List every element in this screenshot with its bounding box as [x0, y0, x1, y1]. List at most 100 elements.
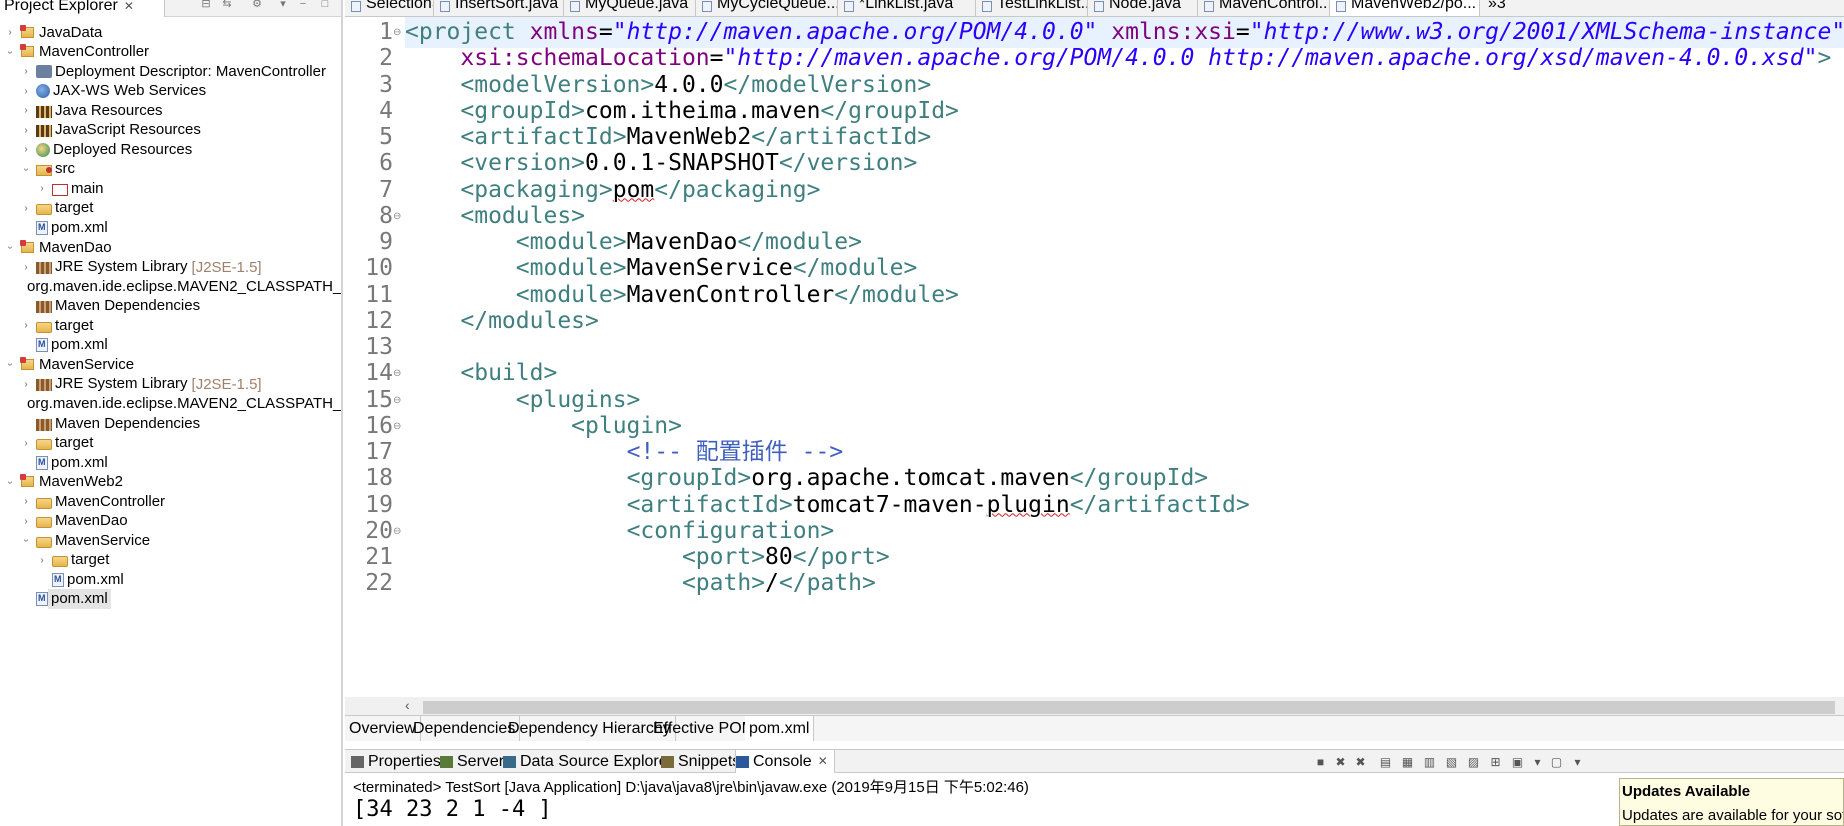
maximize-icon[interactable]: □	[318, 0, 332, 10]
chevron-down-icon[interactable]: ›	[5, 46, 16, 58]
editor-tab[interactable]: MyCycleQueue...	[696, 0, 838, 16]
fold-icon[interactable]: ⊖	[393, 411, 401, 442]
file-icon	[982, 1, 992, 12]
chevron-right-icon[interactable]: ›	[20, 496, 32, 507]
chevron-right-icon[interactable]: ›	[36, 555, 48, 566]
pom-page-tab[interactable]: pom.xml	[745, 716, 815, 741]
xml-file-icon	[36, 221, 48, 235]
panel-tab[interactable]: Console ✕	[735, 750, 835, 773]
panel-tab-label: Properties	[368, 753, 441, 770]
editor-tab[interactable]: MavenControl...	[1198, 0, 1330, 16]
console-dropdown-icon[interactable]: ▾	[1530, 755, 1545, 769]
scroll-thumb[interactable]	[423, 701, 1835, 714]
panel-tab[interactable]: Snippets	[661, 750, 740, 773]
chevron-down-icon[interactable]: ›	[5, 476, 16, 488]
chevron-right-icon[interactable]: ›	[20, 320, 32, 331]
tree-item-label: MavenService	[55, 531, 151, 549]
file-icon	[570, 1, 580, 12]
pom-xml-source-editor[interactable]: 1 ⊖ 2 3 4 5 6 7 8 ⊖ 9 10 11 12 13 14 ⊖ 15 ⊖ 16 ⊖ 17 18 19 20 ⊖ 21 2…	[345, 17, 1844, 697]
fold-icon[interactable]: ⊖	[393, 201, 401, 232]
editor-tab[interactable]: InsertSort.java	[434, 0, 564, 16]
editor-tab[interactable]: MavenWeb2/po...✕	[1330, 0, 1480, 16]
pin-console-icon[interactable]: ▧	[1444, 755, 1459, 769]
close-icon[interactable]: ✕	[124, 0, 134, 13]
remove-launch-icon[interactable]: ✖	[1333, 755, 1348, 769]
link-with-editor-icon[interactable]: ⇆	[220, 0, 234, 10]
deployment-descriptor-icon	[36, 65, 52, 79]
console-overflow-icon[interactable]: ▾	[1570, 755, 1585, 769]
chevron-right-icon[interactable]: ›	[20, 379, 32, 390]
line-number: 22	[365, 570, 393, 597]
code-token-tag: </groupId>	[1069, 465, 1209, 492]
word-wrap-icon[interactable]: ▦	[1400, 755, 1415, 769]
chevron-right-icon[interactable]: ›	[36, 183, 48, 194]
editor-tab[interactable]: MyQueue.java	[564, 0, 696, 16]
chevron-down-icon[interactable]: ›	[5, 359, 16, 371]
chevron-right-icon[interactable]: ›	[20, 438, 32, 449]
project-icon	[20, 44, 36, 61]
scroll-lock-icon[interactable]: ▤	[1378, 755, 1393, 769]
close-icon[interactable]: ✕	[818, 750, 828, 773]
servers-icon	[440, 755, 453, 768]
chevron-right-icon[interactable]: ›	[20, 203, 32, 214]
code-token-tag: <packaging>	[460, 176, 613, 203]
chevron-right-icon[interactable]: ›	[20, 125, 32, 136]
project-explorer-panel: Project Explorer ✕ ⊟ ⇆ ⚙ ▾ − □ › JavaData…	[0, 0, 343, 826]
horizontal-scrollbar[interactable]: ‹	[345, 697, 1844, 715]
updates-available-popup[interactable]: Updates Available Updates are available …	[1619, 778, 1844, 826]
open-console-icon[interactable]: ⊞	[1488, 755, 1503, 769]
fold-icon[interactable]: ⊖	[393, 516, 401, 547]
pom-page-tab[interactable]: Effective POM	[649, 716, 760, 741]
chevron-down-icon[interactable]: ›	[5, 242, 16, 254]
code-token-text: plugin	[986, 491, 1070, 518]
panel-tab[interactable]: Properties	[351, 750, 441, 773]
chevron-right-icon[interactable]: ›	[20, 144, 32, 155]
panel-tab-label: Snippets	[678, 753, 741, 770]
tab-overflow-button[interactable]: »3	[1482, 0, 1522, 16]
terminate-icon[interactable]: ■	[1313, 755, 1328, 769]
chevron-right-icon[interactable]: ›	[20, 105, 32, 116]
tree-item-label: JRE System Library	[55, 258, 188, 276]
chevron-right-icon[interactable]: ›	[20, 86, 32, 97]
console-view-menu-icon[interactable]: ▢	[1549, 755, 1564, 769]
code-token-txt: 4.0.0	[654, 71, 724, 98]
chevron-down-icon[interactable]: ›	[21, 163, 32, 175]
chevron-right-icon[interactable]: ›	[20, 66, 32, 77]
editor-tab[interactable]: Node.java	[1088, 0, 1198, 16]
minimize-icon[interactable]: −	[296, 0, 310, 10]
display-console-icon[interactable]: ▨	[1466, 755, 1481, 769]
console-icon	[736, 755, 749, 768]
editor-tab-label: MyQueue.java	[585, 0, 689, 12]
filter-icon[interactable]: ⚙	[250, 0, 264, 10]
view-menu-icon[interactable]: ▾	[276, 0, 290, 10]
scroll-left-icon[interactable]: ‹	[405, 697, 410, 713]
code-token-txt: tomcat7-maven-	[792, 491, 987, 518]
chevron-right-icon[interactable]: ›	[20, 516, 32, 527]
editor-tab[interactable]: SelectionSor...	[345, 0, 434, 16]
show-on-output-icon[interactable]: ▥	[1422, 755, 1437, 769]
chevron-down-icon[interactable]: ›	[21, 535, 32, 547]
chevron-right-icon[interactable]: ›	[20, 262, 32, 273]
collapse-all-icon[interactable]: ⊟	[199, 0, 213, 10]
chevron-right-icon[interactable]: ›	[4, 27, 16, 38]
panel-tab[interactable]: Data Source Explorer	[503, 750, 673, 773]
code-token-str: "http://maven.apache.org/POM/4.0.0"	[612, 19, 1098, 45]
tree-item-label: pom.xml	[67, 570, 124, 588]
code-token-tag: <module>	[515, 255, 627, 282]
tab-project-explorer[interactable]: Project Explorer ✕	[0, 0, 165, 17]
editor-tab[interactable]: TestLinkList...	[976, 0, 1088, 16]
new-console-icon[interactable]: ▣	[1510, 755, 1525, 769]
project-icon	[20, 24, 36, 41]
remove-all-terminated-icon[interactable]: ✖	[1353, 755, 1368, 769]
fold-icon[interactable]: ⊖	[393, 17, 401, 48]
code-token-txt: com.itheima.maven	[585, 97, 821, 124]
tree-item[interactable]: pom.xml	[0, 588, 341, 611]
panel-tab[interactable]: Servers	[440, 750, 512, 773]
code-token-tag: <build>	[460, 360, 558, 387]
panel-tab-label: Console	[753, 753, 812, 770]
editor-tab[interactable]: *LinkList.java	[838, 0, 976, 16]
